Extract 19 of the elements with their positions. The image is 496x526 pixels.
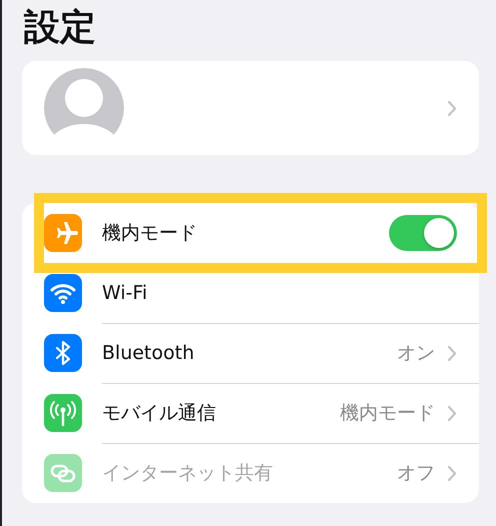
row-value: 機内モード <box>340 400 435 426</box>
row-label: 機内モード <box>102 220 197 246</box>
row-label: モバイル通信 <box>102 400 216 426</box>
row-label: Wi-Fi <box>102 280 148 306</box>
bluetooth-icon <box>44 334 82 372</box>
row-value: オン <box>397 340 435 366</box>
toggle-switch[interactable] <box>389 215 457 252</box>
chevron-icon <box>447 100 457 117</box>
settings-row[interactable]: 機内モード <box>44 203 477 264</box>
row-value: オフ <box>397 460 435 486</box>
page-title: 設定 <box>22 6 97 50</box>
link-icon <box>44 454 82 492</box>
row-label: Bluetooth <box>102 340 194 366</box>
avatar-icon <box>44 68 124 148</box>
airplane-icon <box>44 214 82 252</box>
antenna-icon <box>44 394 82 432</box>
wifi-icon <box>44 274 82 312</box>
row-label: インターネット共有 <box>102 460 273 486</box>
profile-row[interactable] <box>22 61 479 156</box>
